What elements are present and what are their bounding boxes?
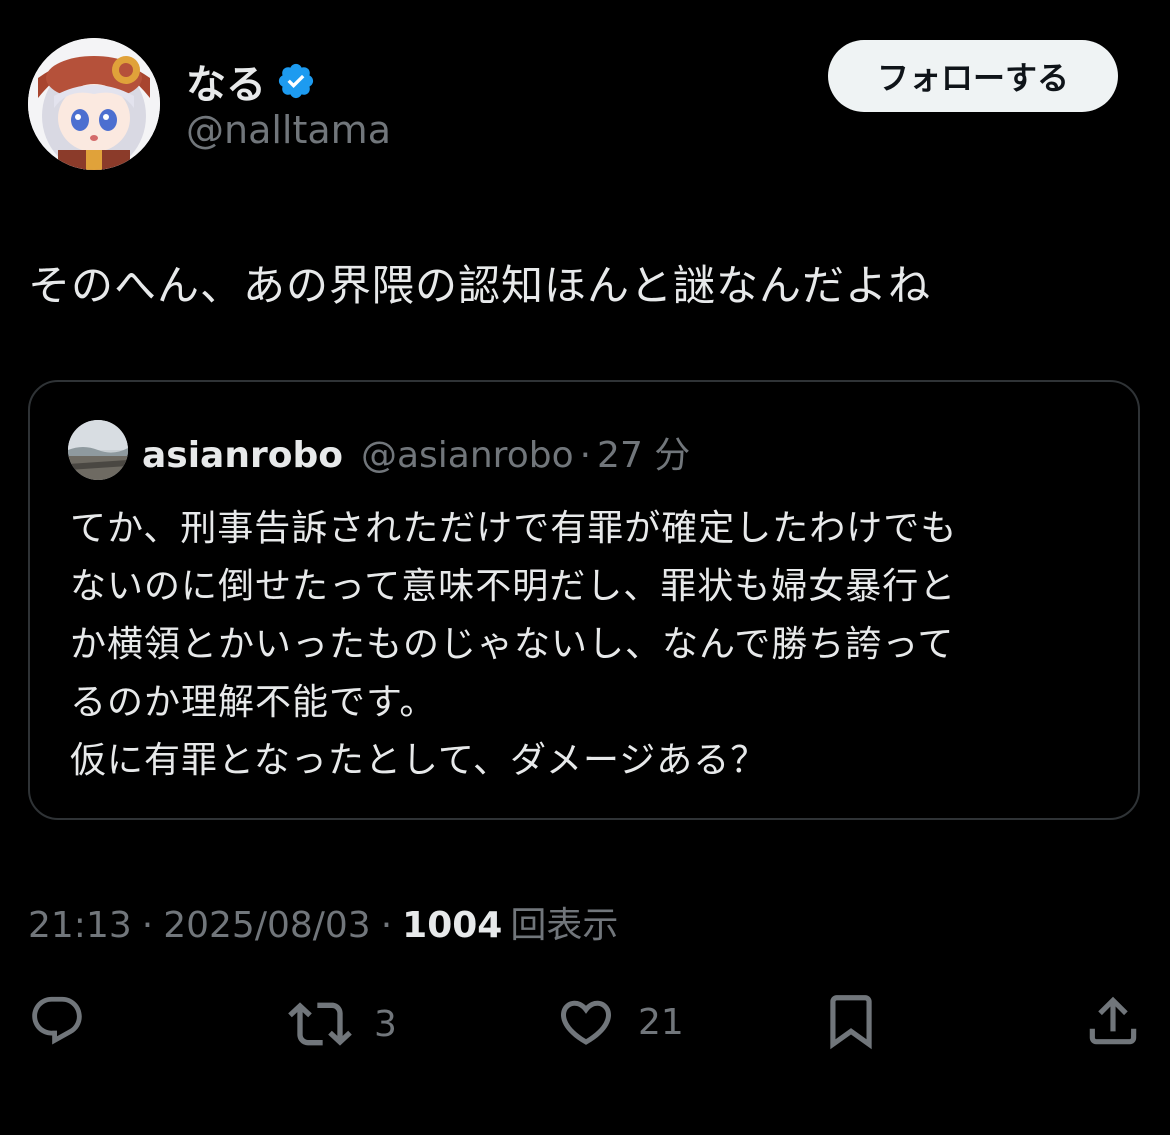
views-count: 1004 (402, 905, 503, 946)
quoted-tweet-time[interactable]: 27 分 (597, 426, 690, 478)
quoted-text-line: てか、刑事告訴されただけで有罪が確定したわけでも (70, 508, 958, 549)
tweet-meta: 21:13 · 2025/08/03 · 1004 回表示 (28, 896, 618, 948)
like-count: 21 (638, 1001, 684, 1043)
reply-icon (32, 996, 82, 1045)
anime-avatar-image (28, 38, 160, 170)
reply-button[interactable] (28, 992, 86, 1050)
like-button[interactable]: 21 (556, 992, 684, 1052)
tweet-text: そのへん、あの界隈の認知ほんと謎なんだよね (28, 261, 932, 310)
quoted-author-handle[interactable]: @asianrobo (361, 435, 574, 476)
share-icon (1089, 996, 1137, 1045)
author-display-name[interactable]: なる (186, 52, 266, 110)
quoted-text-line: るのか理解不能です。 (70, 682, 437, 723)
author-handle[interactable]: @nalltama (186, 108, 391, 152)
action-bar: 3 21 (0, 988, 1170, 1058)
quoted-tweet-text: てか、刑事告訴されただけで有罪が確定したわけでも ないのに倒せたって意味不明だし… (70, 500, 1110, 790)
author-display-name-row[interactable]: なる (186, 52, 316, 110)
quoted-text-line: か横領とかいったものじゃないし、なんで勝ち誇って (70, 624, 955, 665)
tweet-time[interactable]: 21:13 (28, 905, 132, 946)
meta-separator: · (141, 905, 154, 946)
bookmark-icon (830, 995, 872, 1050)
quoted-author-avatar[interactable] (68, 420, 128, 480)
tweet-date[interactable]: 2025/08/03 (163, 905, 371, 946)
bookmark-button[interactable] (820, 990, 882, 1052)
follow-button[interactable]: フォローする (828, 40, 1118, 112)
views-label: 回表示 (510, 905, 619, 946)
author-avatar[interactable] (28, 38, 160, 170)
meta-separator: · (380, 905, 393, 946)
retweet-button[interactable]: 3 (288, 992, 397, 1056)
retweet-count: 3 (374, 1003, 397, 1045)
quoted-header-separator: · (579, 435, 592, 476)
retweet-icon (288, 1002, 352, 1046)
quoted-tweet-header: asianrobo @asianrobo · 27 分 (142, 426, 690, 478)
landscape-avatar-image (68, 420, 128, 480)
verified-badge-icon[interactable] (276, 61, 316, 101)
heart-icon (560, 1000, 612, 1045)
quoted-text-line: 仮に有罪となったとして、ダメージある？ (70, 740, 768, 781)
quoted-tweet-card[interactable]: asianrobo @asianrobo · 27 分 てか、刑事告訴されただけ… (28, 380, 1140, 820)
share-button[interactable] (1082, 990, 1144, 1052)
quoted-text-line: ないのに倒せたって意味不明だし、罪状も婦女暴行と (70, 566, 957, 607)
quoted-author-name[interactable]: asianrobo (142, 435, 343, 476)
